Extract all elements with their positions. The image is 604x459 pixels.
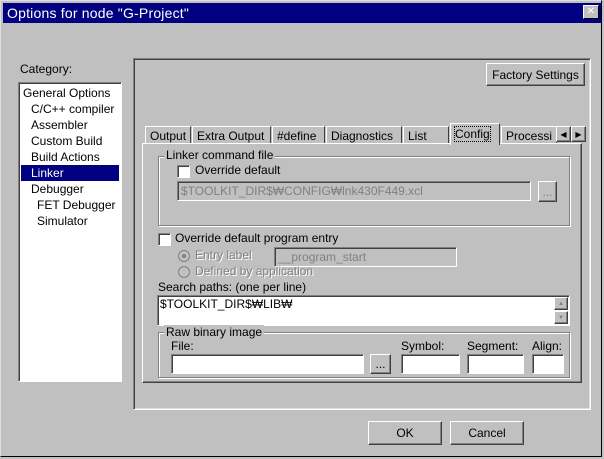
tab-label: Output <box>150 129 187 143</box>
category-item[interactable]: Assembler <box>21 117 119 133</box>
linker-command-file-legend: Linker command file <box>164 148 276 162</box>
symbol-label: Symbol: <box>401 339 445 353</box>
category-item[interactable]: FET Debugger <box>21 197 119 213</box>
entry-label-option: Entry label <box>195 248 252 262</box>
tab-define[interactable]: #define <box>272 126 325 144</box>
category-item[interactable]: Linker <box>21 165 119 181</box>
tab-label: List <box>408 129 427 143</box>
ok-button[interactable]: OK <box>368 421 442 445</box>
tab-label: #define <box>277 129 317 143</box>
symbol-input[interactable] <box>401 354 460 374</box>
override-program-entry-label: Override default program entry <box>175 231 339 245</box>
category-item[interactable]: Custom Build <box>21 133 119 149</box>
arrow-up-icon: ▲ <box>558 300 564 307</box>
override-default-checkbox[interactable] <box>177 165 190 178</box>
tab-scroll-right-button[interactable]: ▶ <box>571 126 586 142</box>
file-label: File: <box>171 339 194 353</box>
category-item[interactable]: C/C++ compiler <box>21 101 119 117</box>
raw-binary-image-legend: Raw binary image <box>164 325 265 339</box>
raw-binary-file-input[interactable] <box>171 354 364 374</box>
close-button[interactable]: ✕ <box>583 5 599 19</box>
search-paths-textarea[interactable]: $TOOLKIT_DIR$₩LIB₩ ▲ ▼ <box>157 295 570 326</box>
category-label: Category: <box>20 62 73 76</box>
tab-label: Diagnostics <box>331 129 394 143</box>
tab-list[interactable]: List <box>403 126 449 144</box>
browse-label: ... <box>375 357 386 371</box>
raw-binary-browse-button[interactable]: ... <box>370 354 391 374</box>
tab-label: Config <box>454 126 491 142</box>
tab-scroll-left-button[interactable]: ◀ <box>556 126 571 142</box>
search-paths-label: Search paths: (one per line) <box>158 280 307 294</box>
entry-label-radio[interactable] <box>178 250 190 262</box>
category-list[interactable]: General Options C/C++ compiler Assembler Cu… <box>18 82 122 382</box>
linker-file-browse-button[interactable]: ... <box>538 181 557 202</box>
segment-label: Segment: <box>467 339 519 353</box>
tab-label: Extra Output <box>197 129 265 143</box>
align-input[interactable] <box>532 354 564 374</box>
align-label: Align: <box>532 339 563 353</box>
tab-processi[interactable]: Processi <box>501 126 557 144</box>
arrow-left-icon: ◀ <box>560 129 567 139</box>
cancel-label: Cancel <box>468 426 506 440</box>
tab-extra-output[interactable]: Extra Output <box>192 126 271 144</box>
arrow-right-icon: ▶ <box>575 129 582 139</box>
tab-label: Processi <box>506 129 553 143</box>
category-item[interactable]: Build Actions <box>21 149 119 165</box>
search-scroll-down-button[interactable]: ▼ <box>554 311 568 324</box>
ok-label: OK <box>396 426 414 440</box>
tab-diagnostics[interactable]: Diagnostics <box>326 126 402 144</box>
cancel-button[interactable]: Cancel <box>450 421 524 445</box>
defined-by-application-option: Defined by application <box>195 264 314 278</box>
factory-settings-label: Factory Settings <box>492 67 579 82</box>
window-title: Options for node "G-Project" <box>7 5 190 21</box>
segment-input[interactable] <box>467 354 524 374</box>
close-icon: ✕ <box>586 6 596 17</box>
override-default-label: Override default <box>195 163 281 177</box>
title-bar[interactable]: Options for node "G-Project" ✕ <box>3 3 601 23</box>
tab-output[interactable]: Output <box>145 126 191 144</box>
tab-config[interactable]: Config <box>450 123 500 145</box>
category-item[interactable]: General Options <box>21 85 119 101</box>
factory-settings-button[interactable]: Factory Settings <box>486 63 585 86</box>
category-item[interactable]: Simulator <box>21 213 119 229</box>
linker-command-file-path[interactable]: $TOOLKIT_DIR$₩CONFIG₩lnk430F449.xcl <box>177 181 531 201</box>
override-program-entry-checkbox[interactable] <box>158 233 171 246</box>
category-item[interactable]: Debugger <box>21 181 119 197</box>
search-paths-value: $TOOLKIT_DIR$₩LIB₩ <box>160 297 293 311</box>
search-scroll-up-button[interactable]: ▲ <box>554 297 568 310</box>
arrow-down-icon: ▼ <box>558 314 564 321</box>
defined-by-application-radio[interactable] <box>178 266 190 278</box>
browse-label: ... <box>542 184 553 199</box>
